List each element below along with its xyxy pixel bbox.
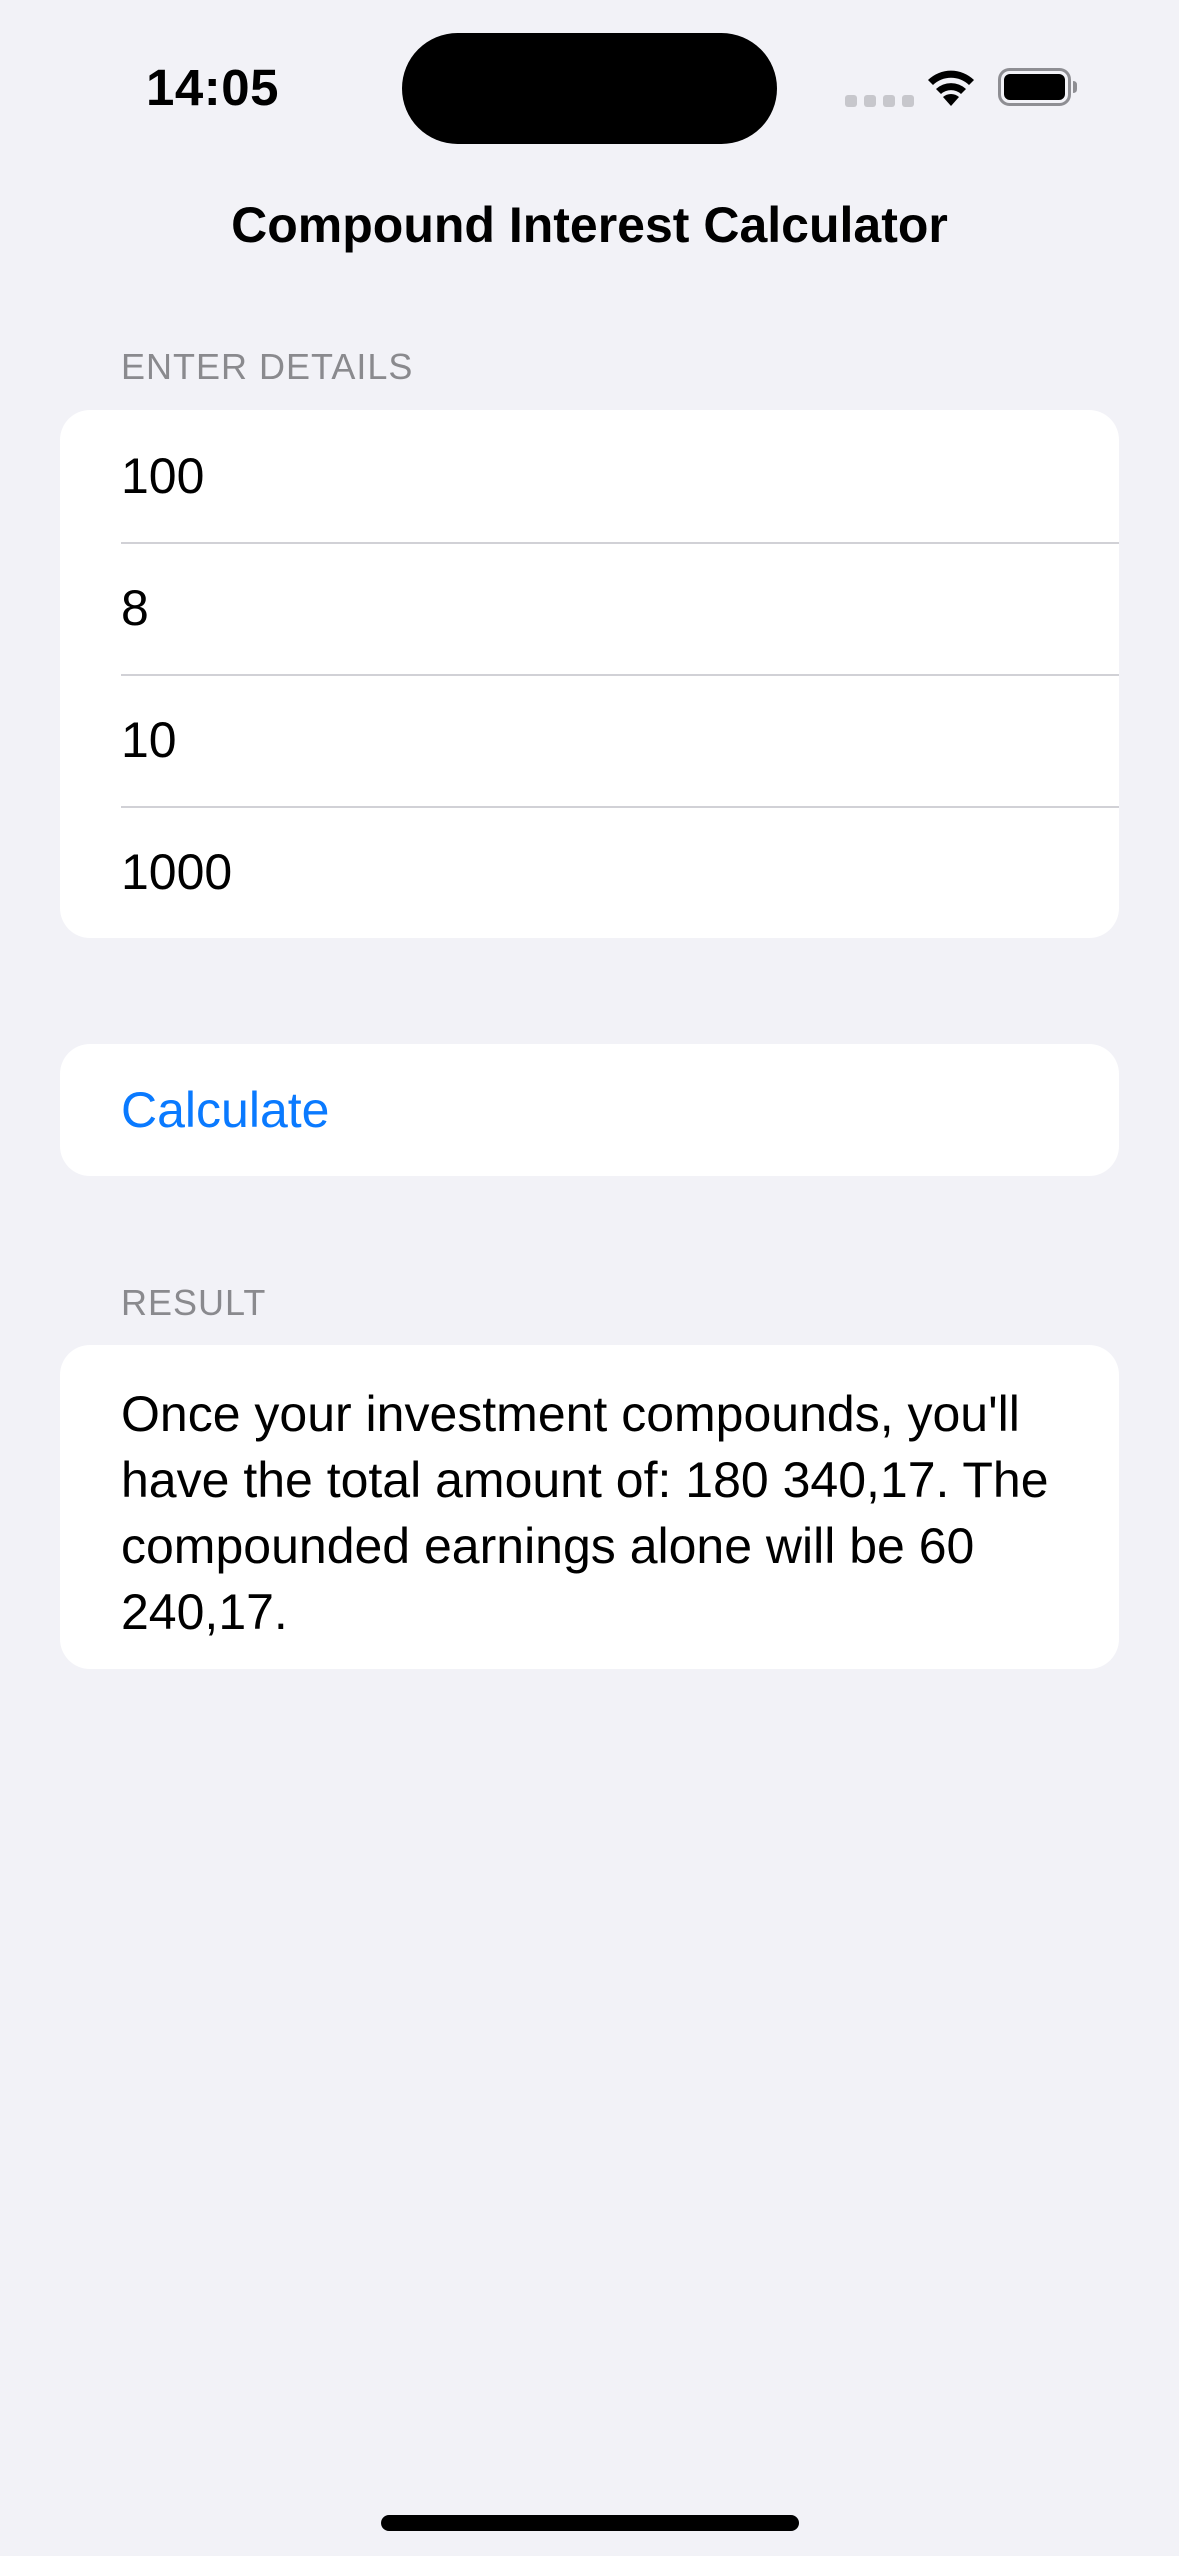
interest-rate-input[interactable] xyxy=(60,542,1119,674)
result-section-header: RESULT xyxy=(121,1282,267,1323)
contribution-input[interactable] xyxy=(60,806,1119,938)
calculate-button[interactable]: Calculate xyxy=(60,1044,1119,1176)
years-row xyxy=(60,674,1119,806)
result-card: Once your investment compounds, you'll h… xyxy=(60,1345,1119,1669)
details-section-header: ENTER DETAILS xyxy=(121,346,414,387)
rate-row xyxy=(60,542,1119,674)
calculate-card: Calculate xyxy=(60,1044,1119,1176)
status-bar: 14:05 xyxy=(0,0,1179,150)
principal-input[interactable] xyxy=(60,410,1119,542)
wifi-icon xyxy=(928,70,974,106)
details-form-card xyxy=(60,410,1119,938)
status-time: 14:05 xyxy=(146,59,279,116)
contribution-row xyxy=(60,806,1119,938)
result-text: Once your investment compounds, you'll h… xyxy=(121,1386,1049,1640)
battery-icon xyxy=(998,68,1077,106)
principal-row xyxy=(60,410,1119,542)
cellular-signal-icon xyxy=(845,95,914,107)
years-input[interactable] xyxy=(60,674,1119,806)
page-title: Compound Interest Calculator xyxy=(231,197,948,253)
home-indicator[interactable] xyxy=(381,2515,799,2531)
dynamic-island xyxy=(402,33,777,144)
